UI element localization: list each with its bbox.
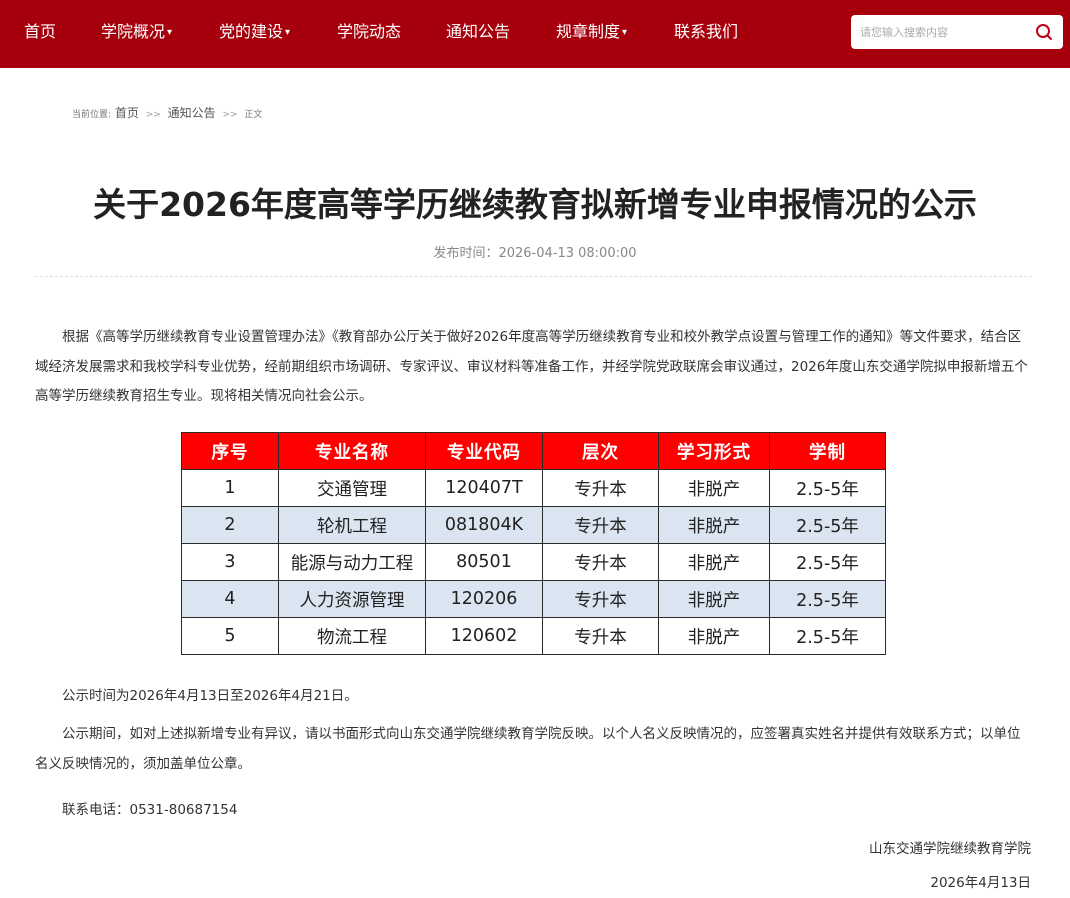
- nav-item-label: 党的建设: [219, 22, 284, 41]
- nav-item-label: 学院概况: [101, 22, 166, 41]
- table-cell: 非脱产: [658, 617, 770, 655]
- nav-item-news[interactable]: 学院动态: [337, 22, 401, 42]
- table-cell: 专升本: [542, 506, 659, 544]
- table-cell: 1: [181, 469, 279, 507]
- period-text: 公示时间为2026年4月13日至2026年4月21日。: [62, 688, 358, 704]
- table-cell: 120206: [425, 580, 543, 618]
- majors-table: 序号 专业名称 专业代码 层次 学习形式 学制 1 交通管理 120407T 专…: [181, 432, 886, 655]
- table-cell: 交通管理: [278, 469, 426, 507]
- table-cell: 80501: [425, 543, 543, 581]
- table-cell: 2: [181, 506, 279, 544]
- table-header: 专业代码: [425, 432, 543, 470]
- table-cell: 2.5-5年: [769, 617, 886, 655]
- table-cell: 3: [181, 543, 279, 581]
- search-button[interactable]: [1033, 22, 1055, 42]
- nav-item-label: 通知公告: [446, 22, 511, 41]
- nav-item-rules[interactable]: 规章制度 ▾: [556, 22, 627, 43]
- table-cell: 4: [181, 580, 279, 618]
- table-header-row: 序号 专业名称 专业代码 层次 学习形式 学制: [181, 432, 886, 470]
- objection-paragraph: 公示期间，如对上述拟新增专业有异议，请以书面形式向山东交通学院继续教育学院反映。…: [35, 720, 1033, 779]
- table-header: 学制: [769, 432, 886, 470]
- table-cell: 081804K: [425, 506, 543, 544]
- nav-item-contact[interactable]: 联系我们: [674, 22, 738, 42]
- objection-text: 公示期间，如对上述拟新增专业有异议，请以书面形式向山东交通学院继续教育学院反映。…: [35, 726, 1021, 772]
- table-row: 3 能源与动力工程 80501 专升本 非脱产 2.5-5年: [181, 543, 886, 581]
- table-cell: 5: [181, 617, 279, 655]
- nav-item-label: 学院动态: [337, 22, 402, 41]
- nav-item-notices[interactable]: 通知公告: [446, 22, 510, 42]
- table-cell: 2.5-5年: [769, 580, 886, 618]
- table-cell: 2.5-5年: [769, 543, 886, 581]
- table-row: 4 人力资源管理 120206 专升本 非脱产 2.5-5年: [181, 580, 886, 618]
- table-header: 学习形式: [658, 432, 770, 470]
- breadcrumb-prefix: 当前位置:: [72, 110, 112, 120]
- search-icon: [1036, 24, 1052, 40]
- caret-down-icon: ▾: [285, 27, 291, 38]
- table-cell: 专升本: [542, 469, 659, 507]
- table-cell: 非脱产: [658, 543, 770, 581]
- signature-date: 2026年4月13日: [930, 875, 1031, 891]
- breadcrumb-section-link[interactable]: 通知公告: [168, 106, 216, 120]
- table-cell: 专升本: [542, 617, 659, 655]
- breadcrumb-separator: >>: [145, 110, 161, 120]
- nav-item-label: 首页: [24, 22, 57, 41]
- intro-text: 根据《高等学历继续教育专业设置管理办法》《教育部办公厅关于做好2026年度高等学…: [35, 329, 1028, 404]
- caret-down-icon: ▾: [167, 27, 173, 38]
- table-cell: 2.5-5年: [769, 469, 886, 507]
- table-cell: 轮机工程: [278, 506, 426, 544]
- table-cell: 物流工程: [278, 617, 426, 655]
- table-row: 1 交通管理 120407T 专升本 非脱产 2.5-5年: [181, 469, 886, 507]
- table-cell: 能源与动力工程: [278, 543, 426, 581]
- breadcrumb: 当前位置: 首页 >> 通知公告 >> 正文: [72, 104, 262, 121]
- title-divider: [35, 276, 1032, 277]
- article-title: 关于2026年度高等学历继续教育拟新增专业申报情况的公示: [93, 185, 977, 224]
- caret-down-icon: ▾: [622, 27, 628, 38]
- top-navbar: 首页 学院概况 ▾ 党的建设 ▾ 学院动态 通知公告 规章制度 ▾ 联系我们: [0, 0, 1070, 68]
- breadcrumb-home-link[interactable]: 首页: [115, 106, 139, 120]
- table-row: 2 轮机工程 081804K 专升本 非脱产 2.5-5年: [181, 506, 886, 544]
- nav-item-party[interactable]: 党的建设 ▾: [219, 22, 290, 43]
- table-cell: 专升本: [542, 543, 659, 581]
- contact-phone: 联系电话：0531-80687154: [62, 802, 238, 818]
- table-header: 层次: [542, 432, 659, 470]
- table-cell: 2.5-5年: [769, 506, 886, 544]
- table-header: 序号: [181, 432, 279, 470]
- table-cell: 120407T: [425, 469, 543, 507]
- table-header: 专业名称: [278, 432, 426, 470]
- signature-org: 山东交通学院继续教育学院: [869, 841, 1031, 857]
- table-row: 5 物流工程 120602 专升本 非脱产 2.5-5年: [181, 617, 886, 655]
- table-cell: 非脱产: [658, 506, 770, 544]
- search-input[interactable]: [851, 15, 1031, 49]
- table-cell: 人力资源管理: [278, 580, 426, 618]
- intro-paragraph: 根据《高等学历继续教育专业设置管理办法》《教育部办公厅关于做好2026年度高等学…: [35, 323, 1033, 412]
- table-cell: 专升本: [542, 580, 659, 618]
- nav-item-about[interactable]: 学院概况 ▾: [101, 22, 172, 43]
- breadcrumb-separator: >>: [222, 110, 238, 120]
- publish-time: 发布时间：2026-04-13 08:00:00: [433, 246, 637, 261]
- search-box: [851, 15, 1063, 49]
- nav-item-label: 规章制度: [556, 22, 621, 41]
- table-cell: 非脱产: [658, 580, 770, 618]
- nav-item-label: 联系我们: [674, 22, 739, 41]
- table-cell: 非脱产: [658, 469, 770, 507]
- breadcrumb-current: 正文: [244, 110, 263, 120]
- table-cell: 120602: [425, 617, 543, 655]
- nav-item-home[interactable]: 首页: [24, 22, 56, 42]
